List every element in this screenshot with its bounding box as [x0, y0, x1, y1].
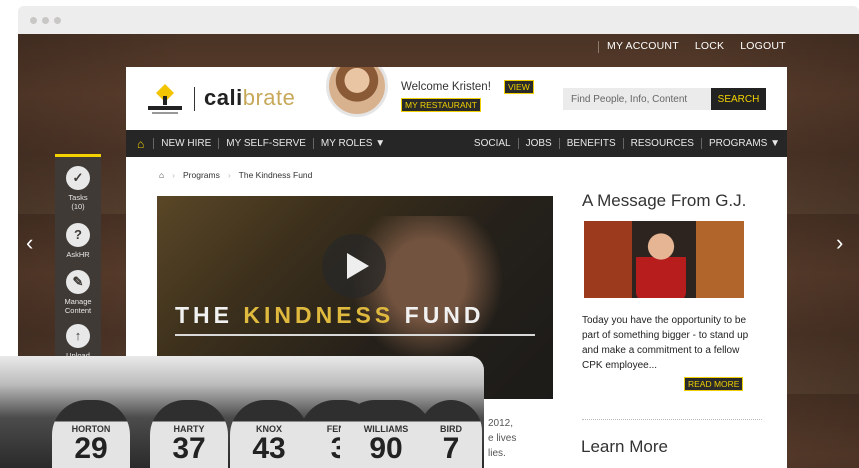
- view-button[interactable]: VIEW: [504, 80, 534, 94]
- text-line: e lives: [488, 433, 517, 444]
- nav-benefits[interactable]: BENEFITS: [558, 138, 623, 149]
- my-account-link[interactable]: MY ACCOUNT: [599, 40, 687, 53]
- video-title: THE KINDNESS FUND: [175, 302, 485, 329]
- my-restaurant-button[interactable]: MY RESTAURANT: [401, 98, 481, 112]
- chat-question-icon: ?: [66, 223, 90, 247]
- home-icon[interactable]: ⌂: [126, 137, 153, 151]
- cpk-logo-icon[interactable]: [146, 82, 184, 116]
- site-header: calibrate Welcome Kristen! VIEW MY RESTA…: [126, 67, 787, 130]
- player-jersey: KNOX 43: [230, 400, 308, 468]
- message-video-thumbnail[interactable]: [584, 221, 744, 298]
- pencil-icon: ✎: [66, 270, 90, 294]
- team-photo-overlay: HORTON 29 HARTY 37 KNOX 43 FENN 3 WILLIA…: [0, 356, 484, 468]
- chevron-right-icon[interactable]: ›: [836, 230, 843, 256]
- jersey-number: 7: [442, 432, 460, 465]
- search-button[interactable]: SEARCH: [711, 88, 766, 110]
- jersey-number: 90: [369, 432, 403, 465]
- brand-part-b: brate: [242, 85, 296, 110]
- divider: [175, 334, 535, 336]
- check-icon: ✓: [66, 166, 90, 190]
- nav-resources[interactable]: RESOURCES: [622, 138, 701, 149]
- sidebar-item-label: Tasks: [68, 193, 88, 202]
- logo-divider: [194, 87, 195, 111]
- sidebar-item-label: AskHR: [66, 250, 90, 259]
- text-line: lies.: [488, 448, 506, 459]
- nav-programs[interactable]: PROGRAMS ▼: [700, 138, 787, 149]
- nav-my-roles[interactable]: MY ROLES ▼: [312, 138, 392, 149]
- sidebar-item-askhr[interactable]: ? AskHR: [55, 223, 101, 259]
- read-more-button[interactable]: READ MORE: [684, 377, 744, 391]
- message-heading: A Message From G.J.: [582, 191, 747, 210]
- sidebar-item-label: Manage: [64, 297, 92, 306]
- welcome-message: Welcome Kristen!: [401, 81, 491, 93]
- chevron-left-icon[interactable]: ‹: [26, 230, 33, 256]
- video-title-word: FUND: [404, 302, 485, 328]
- logout-link[interactable]: LOGOUT: [732, 40, 794, 53]
- breadcrumb-programs[interactable]: Programs: [183, 170, 220, 180]
- window-close-dot[interactable]: [30, 17, 37, 24]
- divider: [582, 419, 762, 420]
- chevron-right-icon: ›: [172, 170, 175, 180]
- player-jersey: BIRD 7: [420, 400, 482, 468]
- sidebar-item-tasks[interactable]: ✓ Tasks (10): [55, 166, 101, 211]
- message-text: Today you have the opportunity to be par…: [582, 315, 749, 371]
- calibrate-logo[interactable]: calibrate: [204, 85, 295, 111]
- home-crumb-icon[interactable]: ⌂: [159, 170, 164, 180]
- chevron-right-icon: ›: [227, 170, 231, 180]
- video-title-word: KINDNESS: [243, 302, 395, 328]
- player-jersey: HORTON 29: [52, 400, 130, 468]
- jersey-number: 29: [74, 432, 108, 465]
- lock-link[interactable]: LOCK: [687, 40, 732, 53]
- quick-actions-sidebar: ✓ Tasks (10) ? AskHR ✎ Manage Content ↑ …: [55, 154, 101, 364]
- main-nav: ⌂ NEW HIRE MY SELF-SERVE MY ROLES ▼ SOCI…: [126, 130, 787, 157]
- body-text-fragment: 2012, e lives lies.: [488, 416, 568, 461]
- window-minimize-dot[interactable]: [42, 17, 49, 24]
- nav-my-self-serve[interactable]: MY SELF-SERVE: [218, 138, 313, 149]
- breadcrumb-current: The Kindness Fund: [238, 170, 313, 180]
- sidebar-item-manage-content[interactable]: ✎ Manage Content: [55, 270, 101, 315]
- nav-jobs[interactable]: JOBS: [517, 138, 559, 149]
- upload-icon: ↑: [66, 324, 90, 348]
- jersey-number: 43: [252, 432, 286, 465]
- video-title-word: THE: [175, 302, 233, 328]
- play-icon[interactable]: [322, 234, 386, 298]
- learn-more-heading: Learn More: [581, 437, 668, 456]
- nav-social[interactable]: SOCIAL: [467, 138, 518, 149]
- player-jersey: WILLIAMS 90: [340, 400, 432, 468]
- account-links: MY ACCOUNT LOCK LOGOUT: [598, 40, 794, 53]
- sidebar-item-sublabel: Content: [64, 306, 92, 315]
- window-maximize-dot[interactable]: [54, 17, 61, 24]
- sidebar-item-upload[interactable]: ↑ Upload: [55, 324, 101, 360]
- jersey-number: 37: [172, 432, 206, 465]
- nav-new-hire[interactable]: NEW HIRE: [153, 138, 218, 149]
- browser-titlebar: [18, 6, 859, 34]
- search-input[interactable]: [563, 88, 711, 110]
- player-jersey: HARTY 37: [150, 400, 228, 468]
- brand-part-a: cali: [204, 85, 243, 110]
- sidebar-item-sublabel: (10): [71, 202, 85, 211]
- avatar[interactable]: [326, 67, 388, 117]
- nav-right-group: SOCIAL JOBS BENEFITS RESOURCES PROGRAMS …: [467, 138, 787, 149]
- breadcrumb: ⌂ › Programs › The Kindness Fund: [159, 170, 312, 180]
- text-line: 2012,: [488, 418, 514, 429]
